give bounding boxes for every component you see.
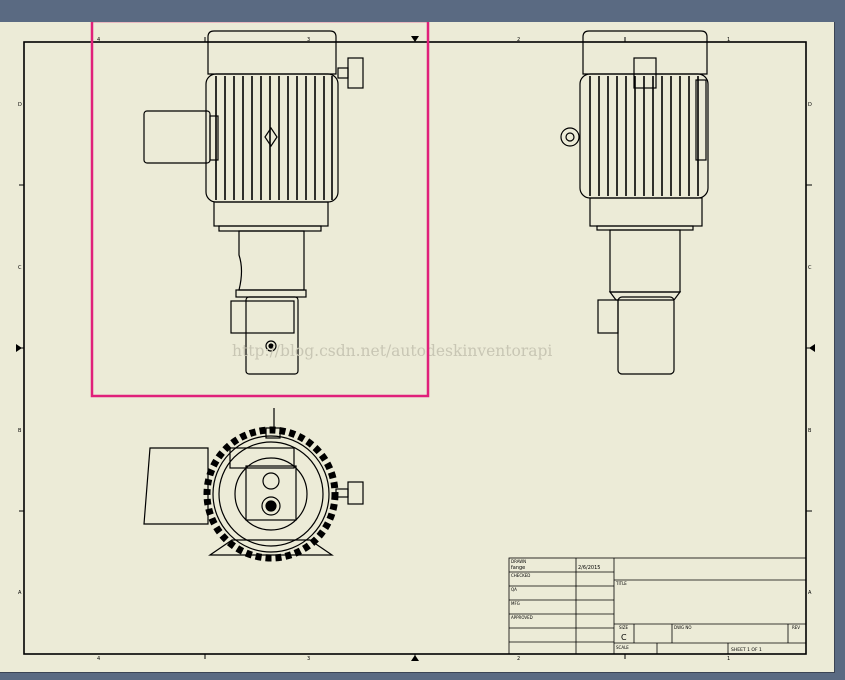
- drawing-sheet[interactable]: 4 3 2 1 4 3 2 1 D C B A D C B A http://b…: [0, 22, 835, 673]
- zone-label-top-3: 3: [307, 37, 310, 43]
- top-view-fin-ring: [203, 426, 339, 562]
- front-view-flange: [218, 225, 322, 232]
- zone-label-right-a: A: [808, 590, 812, 596]
- zone-label-bottom-1: 1: [727, 656, 730, 662]
- top-view-terminal-box: [143, 447, 209, 525]
- front-view-outlet: [230, 300, 295, 334]
- front-view-motor-cap: [207, 30, 337, 75]
- front-view-nameplate: [264, 126, 278, 148]
- title-block-dwg-no-label: DWG NO: [674, 625, 692, 630]
- top-view-pump-housing: [245, 465, 297, 521]
- title-block-drawn-label: DRAWN: [511, 559, 526, 564]
- zone-label-right-b: B: [808, 428, 812, 434]
- top-view-eye-bolt: [347, 481, 364, 505]
- side-view-motor-cap: [582, 30, 708, 75]
- zone-label-left-b: B: [18, 428, 22, 434]
- side-view-lifting-eye: [560, 127, 580, 147]
- zone-label-top-2: 2: [517, 37, 520, 43]
- center-arrow-bottom: [411, 655, 419, 661]
- title-block-drawn-by: fange: [511, 565, 525, 571]
- side-view-coupling: [609, 229, 681, 293]
- front-view-base: [213, 201, 329, 227]
- side-view-cooling-fins: [589, 76, 699, 196]
- side-view[interactable]: [560, 30, 709, 375]
- title-block-scale-label: SCALE: [616, 645, 629, 650]
- top-view-header-plate: [229, 447, 295, 469]
- title-block-rev-label: REV: [792, 625, 800, 630]
- side-view-outlet: [597, 299, 619, 334]
- front-view-cooling-fins: [215, 76, 333, 200]
- drawing-canvas[interactable]: 4 3 2 1 4 3 2 1 D C B A D C B A http://b…: [0, 22, 834, 672]
- zone-label-bottom-3: 3: [307, 656, 310, 662]
- zone-label-top-1: 1: [727, 37, 730, 43]
- title-block-size-label: SIZE: [619, 625, 628, 630]
- title-block-checked-label: CHECKED: [511, 573, 530, 578]
- title-block-drawn-date: 2/6/2015: [578, 565, 600, 571]
- watermark-text: http://blog.csdn.net/autodeskinventorapi: [232, 342, 552, 360]
- front-view-terminal-box: [143, 110, 211, 164]
- title-block-approved-label: APPROVED: [511, 615, 533, 620]
- zone-label-left-d: D: [18, 102, 22, 108]
- center-arrow-top: [411, 36, 419, 42]
- side-view-pump-flange: [608, 291, 682, 301]
- title-block[interactable]: DRAWN fange 2/6/2015 CHECKED QA MFG APPR…: [508, 557, 807, 655]
- top-view-outlet-port-core: [265, 500, 277, 512]
- title-block-title-label: TITLE: [615, 581, 627, 586]
- title-block-size-value: C: [621, 633, 627, 642]
- zone-label-right-c: C: [808, 265, 812, 271]
- title-block-mfg-label: MFG: [511, 601, 520, 606]
- top-view-inlet: [262, 472, 280, 490]
- top-view[interactable]: [143, 408, 364, 562]
- zone-label-left-c: C: [18, 265, 22, 271]
- center-arrow-left: [16, 344, 22, 352]
- zone-label-top-4: 4: [97, 37, 100, 43]
- side-view-flange: [596, 225, 694, 231]
- front-view[interactable]: [143, 30, 364, 375]
- side-view-base: [589, 197, 703, 227]
- side-view-pump-body: [617, 296, 675, 375]
- front-view-pump-flange: [235, 289, 307, 298]
- zone-label-left-a: A: [18, 590, 22, 596]
- zone-label-right-d: D: [808, 102, 812, 108]
- front-view-pump-body: [245, 296, 299, 375]
- center-arrow-right: [809, 344, 815, 352]
- zone-label-bottom-2: 2: [517, 656, 520, 662]
- side-view-lifting-eye-hole: [565, 132, 575, 142]
- front-view-lifting-lug: [337, 67, 349, 79]
- title-block-sheet-text: SHEET 1 OF 1: [731, 647, 762, 653]
- title-block-qa-label: QA: [511, 587, 517, 592]
- front-view-eye-bolt: [347, 57, 364, 89]
- zone-label-bottom-4: 4: [97, 656, 100, 662]
- view-selection-highlight: [90, 22, 430, 398]
- front-view-coupling: [238, 230, 305, 291]
- title-block-frame: [508, 557, 807, 655]
